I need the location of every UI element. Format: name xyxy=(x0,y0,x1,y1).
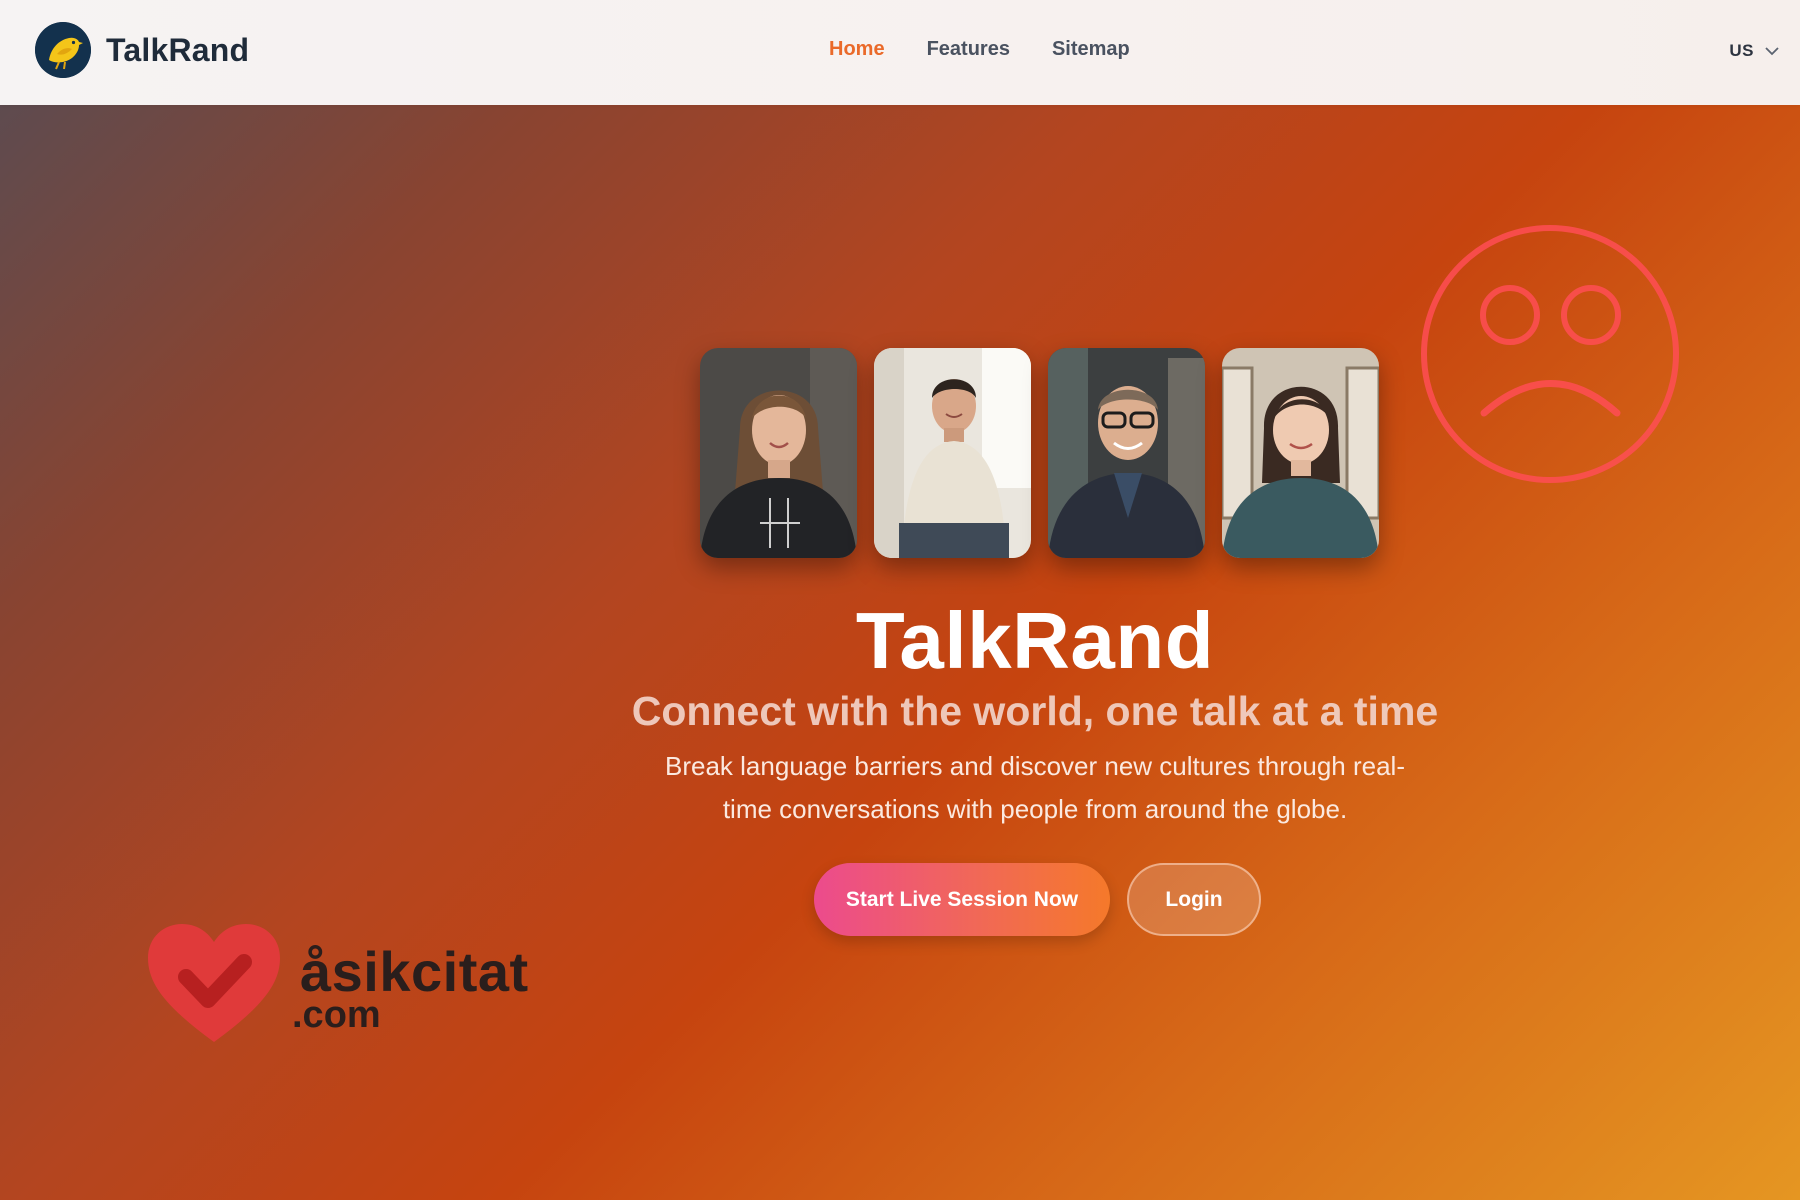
locale-label: US xyxy=(1729,41,1754,60)
heart-check-icon xyxy=(148,924,280,1042)
chevron-down-icon xyxy=(1765,47,1779,56)
nav-sitemap-link[interactable]: Sitemap xyxy=(1052,38,1130,61)
start-live-session-button[interactable]: Start Live Session Now xyxy=(814,863,1110,936)
cta-buttons: Start Live Session Now Login xyxy=(814,863,1261,936)
page: TalkRand Home Features Sitemap US TalkRa… xyxy=(0,0,1800,1200)
woman-short-hair-photo xyxy=(1222,348,1379,558)
hero-subtitle: Connect with the world, one talk at a ti… xyxy=(631,688,1439,734)
profile-photos-row xyxy=(700,348,1379,558)
sad-face-icon xyxy=(1421,225,1679,483)
watermark-text: åsikcitat .com xyxy=(292,940,529,1035)
hero-description: Break language barriers and discover new… xyxy=(665,751,1405,824)
canary-bird-logo-icon xyxy=(35,22,91,78)
nav-features-link[interactable]: Features xyxy=(927,38,1010,61)
man-glasses-blazer-photo xyxy=(1048,348,1205,558)
hero-title: TalkRand xyxy=(855,596,1215,685)
locale-selector[interactable]: US xyxy=(1729,41,1780,61)
main-nav: Home Features Sitemap xyxy=(829,38,1130,61)
young-man-sweater-photo xyxy=(874,348,1031,558)
woman-long-hair-photo xyxy=(700,348,857,558)
watermark-main-text: åsikcitat xyxy=(300,940,529,1003)
top-navigation-bar: TalkRand Home Features Sitemap US xyxy=(0,0,1800,105)
brand-name: TalkRand xyxy=(106,31,250,68)
nav-home-link[interactable]: Home xyxy=(829,38,885,61)
login-button[interactable]: Login xyxy=(1127,863,1261,936)
brand-link[interactable]: TalkRand xyxy=(35,22,249,78)
asikcitat-watermark: åsikcitat .com xyxy=(146,922,529,1046)
